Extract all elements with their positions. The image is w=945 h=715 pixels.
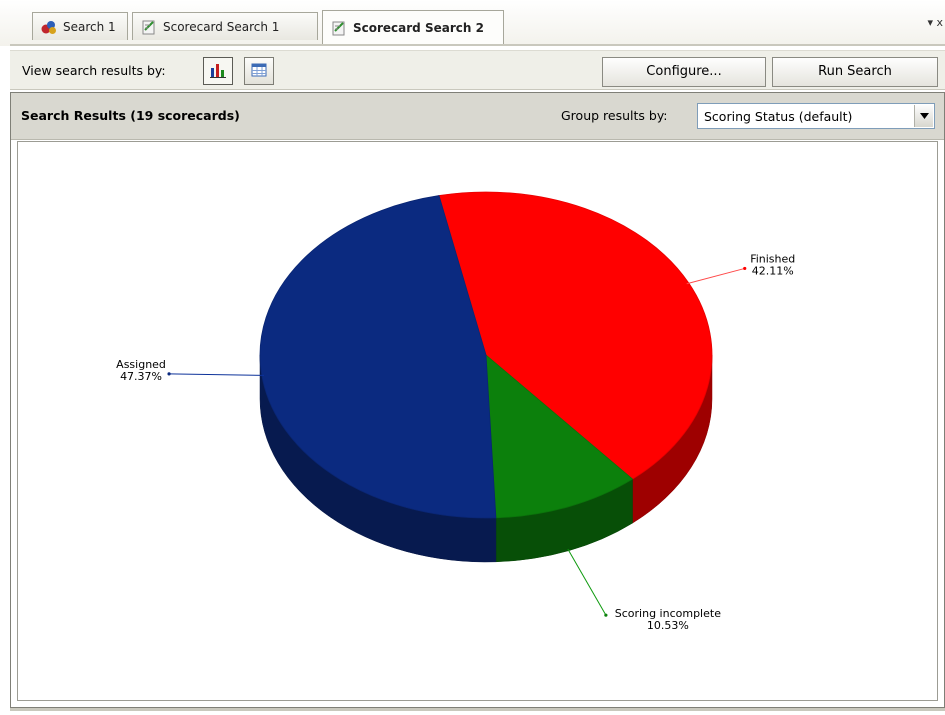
tab-label: Scorecard Search 2 bbox=[353, 20, 484, 35]
leader-line bbox=[169, 373, 265, 376]
configure-button[interactable]: Configure... bbox=[602, 57, 766, 87]
tab-label: Search 1 bbox=[63, 19, 116, 34]
tab-menu-icon[interactable]: ▾ x bbox=[927, 16, 943, 29]
scorecard-icon bbox=[141, 19, 157, 35]
chevron-down-icon[interactable] bbox=[914, 105, 933, 127]
tab-scorecard-search-1[interactable]: Scorecard Search 1 bbox=[132, 12, 318, 40]
tab-baseline bbox=[10, 44, 945, 46]
slice-value-label: 47.37% bbox=[120, 370, 162, 383]
chart-area: Finished 42.11% Scoring incomplete 10.53% As… bbox=[17, 141, 938, 701]
bar-chart-icon bbox=[209, 62, 227, 81]
view-results-label: View search results by: bbox=[22, 63, 166, 78]
grid-view-button[interactable] bbox=[244, 57, 274, 85]
leader-line bbox=[567, 548, 607, 616]
search-results-panel: Search Results (19 scorecards) Group res… bbox=[10, 92, 945, 708]
results-header: Search Results (19 scorecards) Group res… bbox=[11, 93, 944, 140]
chart-view-button[interactable] bbox=[203, 57, 233, 85]
pie-chart: Finished42.11%Scoring incomplete10.53%As… bbox=[116, 191, 795, 632]
leader-dot bbox=[604, 613, 608, 617]
leader-dot bbox=[167, 372, 171, 376]
tab-search-1[interactable]: Search 1 bbox=[32, 12, 128, 40]
group-by-value: Scoring Status (default) bbox=[704, 109, 853, 124]
leader-line bbox=[686, 267, 745, 285]
results-title: Search Results (19 scorecards) bbox=[21, 108, 240, 123]
run-search-button[interactable]: Run Search bbox=[772, 57, 938, 87]
pie-tops bbox=[259, 191, 713, 519]
bottom-border bbox=[10, 708, 945, 711]
group-by-label: Group results by: bbox=[561, 108, 668, 123]
table-grid-icon bbox=[251, 63, 267, 80]
group-by-select[interactable]: Scoring Status (default) bbox=[697, 103, 935, 129]
search-people-icon bbox=[41, 19, 57, 35]
toolbar: View search results by: Configure... Run… bbox=[10, 50, 945, 90]
slice-value-label: 10.53% bbox=[647, 619, 689, 632]
scorecard-icon bbox=[331, 20, 347, 36]
slice-value-label: 42.11% bbox=[752, 264, 794, 277]
tab-label: Scorecard Search 1 bbox=[163, 19, 280, 34]
leader-dot bbox=[743, 266, 747, 271]
tab-strip: Search 1 Scorecard Search 1 Scorecard Se… bbox=[0, 0, 945, 46]
tab-scorecard-search-2[interactable]: Scorecard Search 2 bbox=[322, 10, 504, 44]
